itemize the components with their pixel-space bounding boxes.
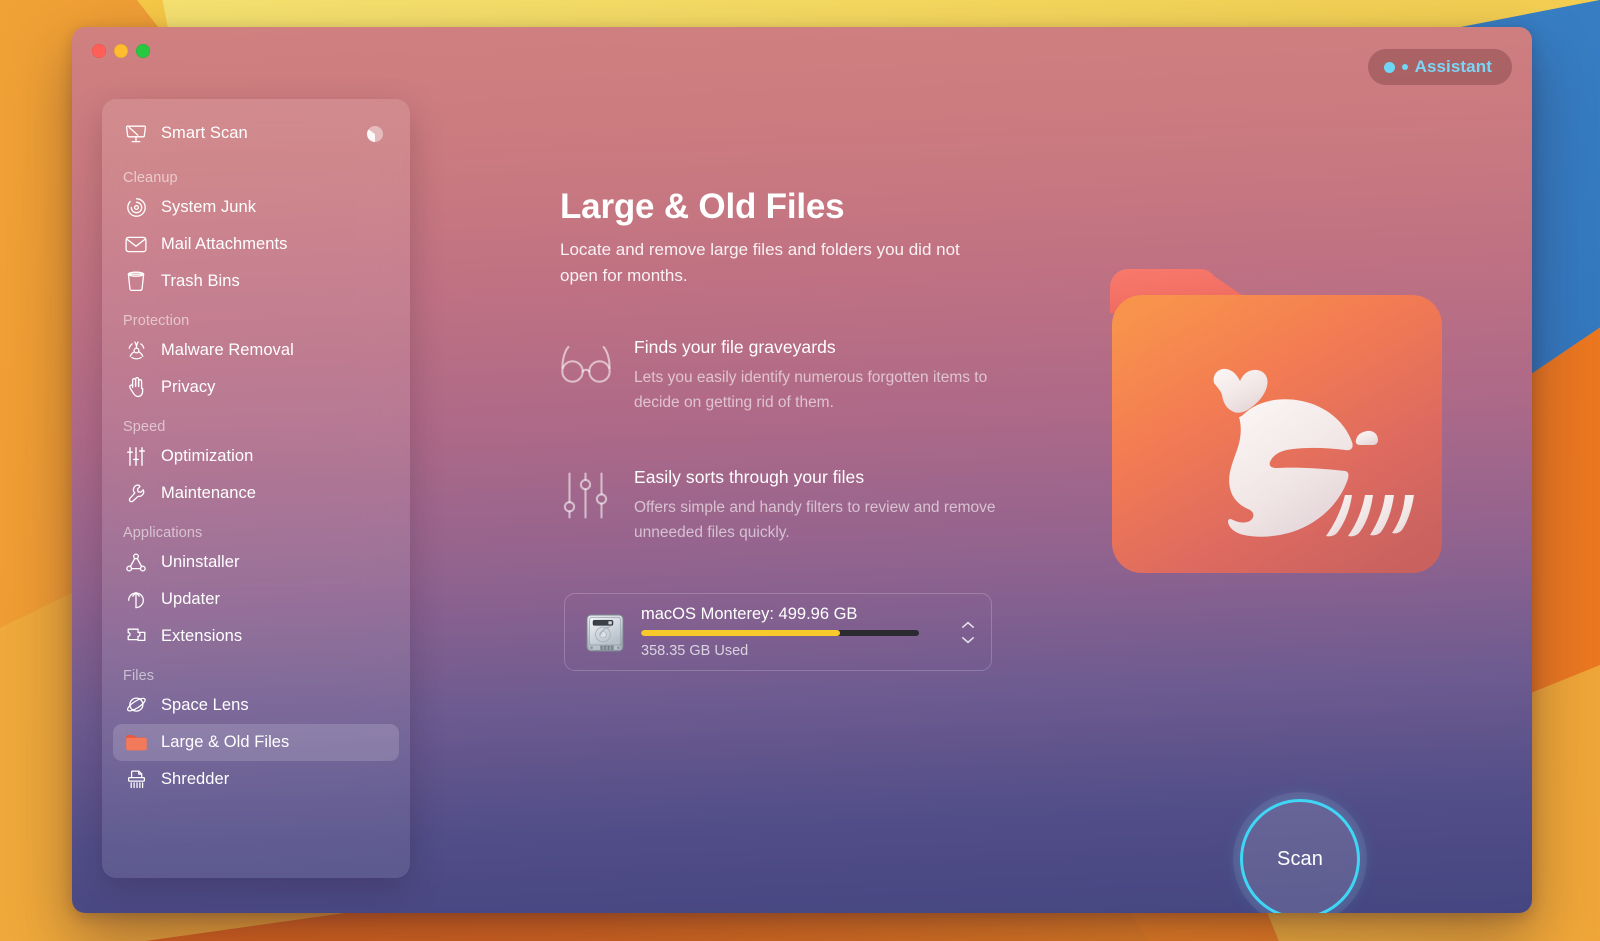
extensions-icon <box>123 625 149 649</box>
window-traffic-lights <box>92 44 150 58</box>
assistant-dot-small-icon <box>1401 64 1408 70</box>
sidebar-item-label: System Junk <box>161 198 256 216</box>
sidebar-item-label: Updater <box>161 590 221 608</box>
sidebar-item-label: Uninstaller <box>161 553 240 571</box>
sidebar-item-uninstaller[interactable]: Uninstaller <box>113 544 399 581</box>
drive-stepper[interactable] <box>957 621 979 644</box>
mail-icon <box>123 233 149 257</box>
shredder-icon <box>123 768 149 792</box>
drive-name: macOS Monterey: 499.96 GB <box>641 605 858 623</box>
sidebar-item-maintenance[interactable]: Maintenance <box>113 475 399 512</box>
chevron-up-icon <box>962 621 974 628</box>
sidebar-item-shredder[interactable]: Shredder <box>113 761 399 798</box>
sidebar-item-smart-scan[interactable]: Smart Scan <box>113 115 399 152</box>
close-window-button[interactable] <box>92 44 106 58</box>
feature-title: Finds your file graveyards <box>634 337 836 357</box>
sidebar: Smart Scan Cleanup System Junk Mail Atta… <box>102 99 410 878</box>
pie-progress-icon <box>367 125 383 142</box>
assistant-dot-large-icon <box>1383 61 1395 73</box>
sidebar-section-speed: Speed <box>123 419 166 435</box>
sidebar-item-trash-bins[interactable]: Trash Bins <box>113 263 399 300</box>
folder-icon <box>123 731 149 755</box>
desktop-background: Assistant Smart Scan Cleanup System Junk… <box>0 0 1600 941</box>
sidebar-item-label: Space Lens <box>161 696 249 714</box>
space-lens-icon <box>123 694 149 718</box>
sidebar-section-applications: Applications <box>123 525 203 541</box>
updater-icon <box>123 588 149 612</box>
sidebar-item-label: Smart Scan <box>161 124 248 142</box>
sidebar-item-system-junk[interactable]: System Junk <box>113 189 399 226</box>
sidebar-item-label: Privacy <box>161 378 216 396</box>
scan-button-label: Scan <box>1277 847 1323 870</box>
page-title: Large & Old Files <box>560 187 845 226</box>
filters-icon <box>560 467 612 519</box>
drive-info: macOS Monterey: 499.96 GB 358.35 GB Used <box>641 605 957 659</box>
wrench-icon <box>123 482 149 506</box>
drive-usage-bar-fill <box>641 630 841 636</box>
sidebar-item-label: Trash Bins <box>161 272 240 290</box>
sidebar-item-label: Maintenance <box>161 484 257 502</box>
sidebar-item-privacy[interactable]: Privacy <box>113 369 399 406</box>
sidebar-item-space-lens[interactable]: Space Lens <box>113 687 399 724</box>
biohazard-icon <box>123 339 149 363</box>
large-old-files-whale-folder-icon <box>1072 251 1472 611</box>
minimize-window-button[interactable] <box>114 44 128 58</box>
sidebar-item-large-and-old-files[interactable]: Large & Old Files <box>113 724 399 761</box>
sidebar-item-mail-attachments[interactable]: Mail Attachments <box>113 226 399 263</box>
sidebar-item-label: Optimization <box>161 447 254 465</box>
sidebar-section-cleanup: Cleanup <box>123 170 178 186</box>
sidebar-item-label: Mail Attachments <box>161 235 288 253</box>
feature-description: Offers simple and handy filters to revie… <box>634 499 996 542</box>
sidebar-section-protection: Protection <box>123 313 190 329</box>
sidebar-item-label: Large & Old Files <box>161 733 290 751</box>
sidebar-item-updater[interactable]: Updater <box>113 581 399 618</box>
system-junk-icon <box>123 196 149 220</box>
glasses-icon <box>560 337 612 389</box>
hand-icon <box>123 376 149 400</box>
sidebar-item-label: Malware Removal <box>161 341 294 359</box>
chevron-down-icon <box>962 636 974 643</box>
sidebar-item-extensions[interactable]: Extensions <box>113 618 399 655</box>
assistant-label: Assistant <box>1414 57 1492 76</box>
scan-button[interactable]: Scan <box>1240 799 1360 913</box>
feature-title: Easily sorts through your files <box>634 467 865 487</box>
sidebar-item-label: Extensions <box>161 627 243 645</box>
sidebar-item-optimization[interactable]: Optimization <box>113 438 399 475</box>
cleanmymac-window: Assistant Smart Scan Cleanup System Junk… <box>72 27 1532 913</box>
page-subtitle: Locate and remove large files and folder… <box>560 240 960 285</box>
feature-item: Finds your file graveyards Lets you easi… <box>560 337 1040 415</box>
hard-drive-icon <box>579 606 631 658</box>
sliders-icon <box>123 445 149 469</box>
drive-usage-bar <box>641 630 919 636</box>
drive-used-label: 358.35 GB Used <box>641 643 749 659</box>
feature-item: Easily sorts through your files Offers s… <box>560 467 1040 545</box>
sidebar-item-malware-removal[interactable]: Malware Removal <box>113 332 399 369</box>
sidebar-item-label: Shredder <box>161 770 230 788</box>
assistant-button[interactable]: Assistant <box>1367 49 1512 85</box>
main-content: Large & Old Files Locate and remove larg… <box>432 27 1532 913</box>
feature-description: Lets you easily identify numerous forgot… <box>634 369 988 412</box>
uninstaller-icon <box>123 551 149 575</box>
smart-scan-icon <box>123 122 149 146</box>
drive-selector[interactable]: macOS Monterey: 499.96 GB 358.35 GB Used <box>564 593 992 671</box>
sidebar-section-files: Files <box>123 668 155 684</box>
trash-icon <box>123 270 149 294</box>
maximize-window-button[interactable] <box>136 44 150 58</box>
